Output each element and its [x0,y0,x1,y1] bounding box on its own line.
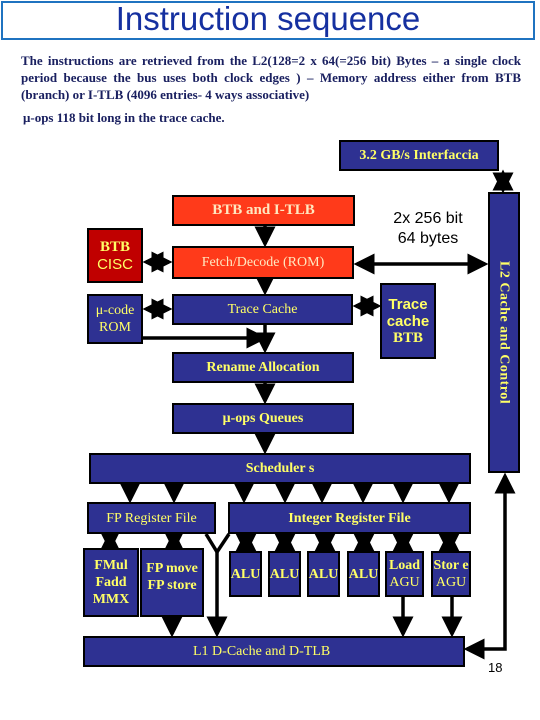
trace-cache-label: Trace Cache [227,302,298,317]
btb-cisc-line2: CISC [97,255,133,273]
integer-register-file-box: Integer Register File [228,502,471,534]
alu-box: ALU [307,551,340,597]
trace-cache-box: Trace Cache [172,294,353,325]
btb-cisc-line1: BTB [99,238,130,255]
load-agu-line2: AGU [389,575,420,590]
uops-queues-label: μ-ops Queues [222,411,304,426]
fp-register-file-box: FP Register File [87,502,216,534]
interface-box: 3.2 GB/s Interfaccia [339,140,499,171]
store-agu-line2: AGU [435,575,467,590]
schedulers-box: Scheduler s [89,453,471,484]
l1-dcache-label: L1 D-Cache and D-TLB [193,644,331,659]
btb-cisc-box: BTB CISC [87,228,143,283]
btb-itlb-box: BTB and I-TLB [172,195,355,226]
uops-queues-box: μ-ops Queues [172,403,354,434]
bus-width-label: 2x 256 bit 64 bytes [378,209,478,249]
fp-unit2-line2: FP store [147,578,197,593]
store-agu-line1: Stor e [433,558,469,573]
load-agu-box: Load AGU [385,551,424,597]
wire-y-left [204,533,219,553]
rename-allocation-box: Rename Allocation [172,352,354,383]
trace-cache-btb-line2: cache [386,312,430,330]
trace-cache-btb-box: Trace cache BTB [380,283,436,359]
ucode-rom-line2: ROM [99,320,131,335]
l2-cache-label: L2 Cache and Control [496,260,512,405]
fmul-fadd-mmx-box: FMul Fadd MMX [83,548,139,617]
alu-box: ALU [347,551,380,597]
fp-unit1-line1: FMul [94,558,128,573]
ucode-rom-box: μ-code ROM [87,294,143,344]
integer-register-file-label: Integer Register File [288,510,411,526]
fp-unit2-line1: FP move [146,561,198,576]
trace-cache-btb-line1: Trace [388,295,428,313]
alu-label: ALU [230,566,261,582]
wire-y-right [215,533,231,553]
arrow-l1-l2 [463,472,516,660]
alu-box: ALU [268,551,301,597]
fp-unit1-line2: Fadd [95,575,127,590]
ucode-rom-line1: μ-code [95,303,135,318]
fp-unit1-line3: MMX [92,592,130,607]
alu-label: ALU [308,566,339,582]
interface-label: 3.2 GB/s Interfaccia [359,148,479,163]
alu-label: ALU [348,566,379,582]
fetch-decode-label: Fetch/Decode (ROM) [201,255,325,270]
fetch-decode-box: Fetch/Decode (ROM) [172,246,354,279]
rename-allocation-label: Rename Allocation [206,360,320,375]
store-agu-box: Stor e AGU [431,551,471,597]
alu-label: ALU [269,566,300,582]
fp-move-store-box: FP move FP store [140,548,204,617]
alu-box: ALU [229,551,262,597]
btb-itlb-label: BTB and I-TLB [212,202,315,218]
schedulers-label: Scheduler s [245,461,315,476]
load-agu-line1: Load [388,558,421,573]
l1-dcache-box: L1 D-Cache and D-TLB [83,636,465,667]
bus-label-line1: 2x 256 bit [393,210,463,227]
page-number: 18 [488,660,503,675]
bus-label-line2: 64 bytes [397,230,459,247]
l2-cache-bar: L2 Cache and Control [488,192,520,473]
trace-cache-btb-line3: BTB [392,329,423,346]
fp-register-file-label: FP Register File [106,510,197,526]
